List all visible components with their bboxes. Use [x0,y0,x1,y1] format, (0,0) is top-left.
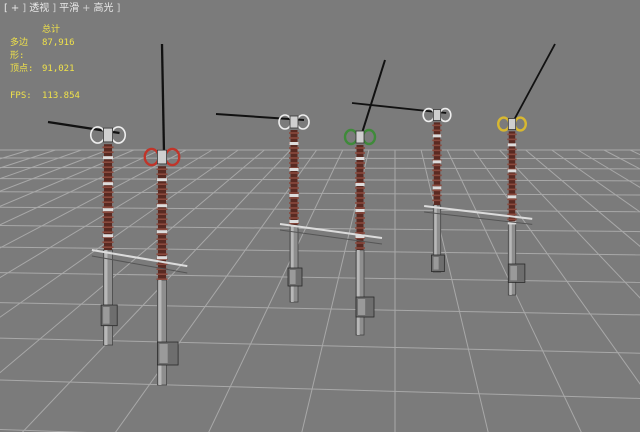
mechanism-box-face [103,307,110,324]
contact-clamp [432,109,442,121]
insulator-flange [355,209,365,212]
viewport-bracket-sep2: ] [52,3,57,14]
contact-ring [438,107,452,123]
viewport-label[interactable]: [ + ] 透视 ] 平滑 + 高光 ] [4,2,120,16]
contact-ring [278,114,292,130]
switch-unit-middle [215,59,386,336]
insulator-flange [102,234,114,238]
arm-rod [351,102,447,114]
ground-grid [0,149,640,432]
contact-clamp [103,127,114,143]
grid-line [0,272,640,283]
contact-ring [361,128,377,146]
insulator-flange [432,186,442,190]
stats-polygons-row: 多边形: 87,916 [10,37,80,63]
insulator-flange [355,183,365,186]
stats-title: 总计 [42,25,61,35]
contact-ring [497,116,511,132]
insulator-flange [507,195,517,199]
steel-column-highlight [158,280,162,385]
mechanism-box-face [290,270,296,284]
insulator-flange [102,208,114,212]
viewport-statistics: 总计 多边形: 87,916 顶点: 91,021 FPS: 113.854 [10,24,80,103]
earthing-blade [513,43,556,121]
stats-polygons-value: 87,916 [42,38,75,48]
stats-polygons-label: 多边形: [10,38,29,61]
stats-fps-row: FPS: 113.854 [10,90,80,103]
grid-line [0,379,640,399]
insulator-flange [289,194,299,197]
insulator-flange [289,220,299,223]
contact-clamp [507,118,517,130]
disconnect-switch-models[interactable] [47,43,556,386]
insulator-flange [507,169,517,173]
earthing-blade [160,43,166,154]
insulator-flange [355,157,365,160]
contact-ring [143,147,160,167]
contact-clamp [156,149,167,165]
contact-clamp [355,130,365,144]
grid-line [629,149,640,156]
stats-vertices-label: 顶点: [10,64,34,74]
viewport-bracket-close: ] [116,3,121,14]
viewport-view-menu[interactable]: 透视 [29,2,49,16]
grid-line [0,337,640,354]
insulator-flange [432,134,442,138]
viewport-bracket-sep: ] [22,3,27,14]
grid-line [446,149,582,432]
insulator-flange [156,230,168,234]
contact-ring [296,114,310,130]
steel-column-highlight [509,222,512,295]
insulator-flange [156,204,168,208]
grid-line [0,157,640,160]
earthing-blade [361,59,386,134]
steel-column-highlight [357,250,360,335]
mechanism-box-face [159,344,168,363]
grid-line [0,191,640,196]
insulator-flange [289,168,299,171]
viewport-plus-menu[interactable]: + [11,2,19,16]
grid-line [0,166,640,170]
grid-line [577,149,640,188]
contact-clamp [289,115,299,129]
viewport-plus-sep: + [82,3,91,14]
stats-vertices-row: 顶点: 91,021 [10,63,80,76]
grid-line [603,149,640,170]
grid-line [0,302,640,316]
insulator-flange [156,178,168,182]
insulator-flange [432,160,442,164]
stats-vertices-value: 91,021 [42,64,75,74]
viewport-scene[interactable] [0,0,640,432]
steel-column-highlight [104,250,108,345]
contact-ring [343,128,359,146]
insulator-flange [102,182,114,186]
insulator-flange [289,142,299,145]
contact-ring [513,116,528,132]
stats-fps-label: FPS: [10,91,32,101]
grid-line [472,149,640,385]
insulator-flange [102,156,114,160]
insulator-flange [156,256,168,260]
3d-viewport[interactable]: [ + ] 透视 ] 平滑 + 高光 ] 总计 多边形: 87,916 顶点: … [0,0,640,432]
viewport-highlight-menu[interactable]: 高光 [94,2,114,16]
insulator-flange [507,143,517,147]
grid-line [0,206,640,213]
stats-fps-value: 113.854 [42,91,80,101]
grid-line [551,149,640,213]
viewport-shading-menu[interactable]: 平滑 [59,2,79,16]
mechanism-box-face [433,257,439,270]
viewport-bracket-open: [ [4,3,8,14]
steel-column-highlight [291,225,294,302]
mechanism-box-face [358,299,366,315]
grid-line [499,149,640,299]
grid-line [420,149,489,432]
grid-line [525,149,640,247]
contact-ring [110,126,127,144]
switch-unit-right [351,43,556,296]
mechanism-box-face [510,266,517,281]
